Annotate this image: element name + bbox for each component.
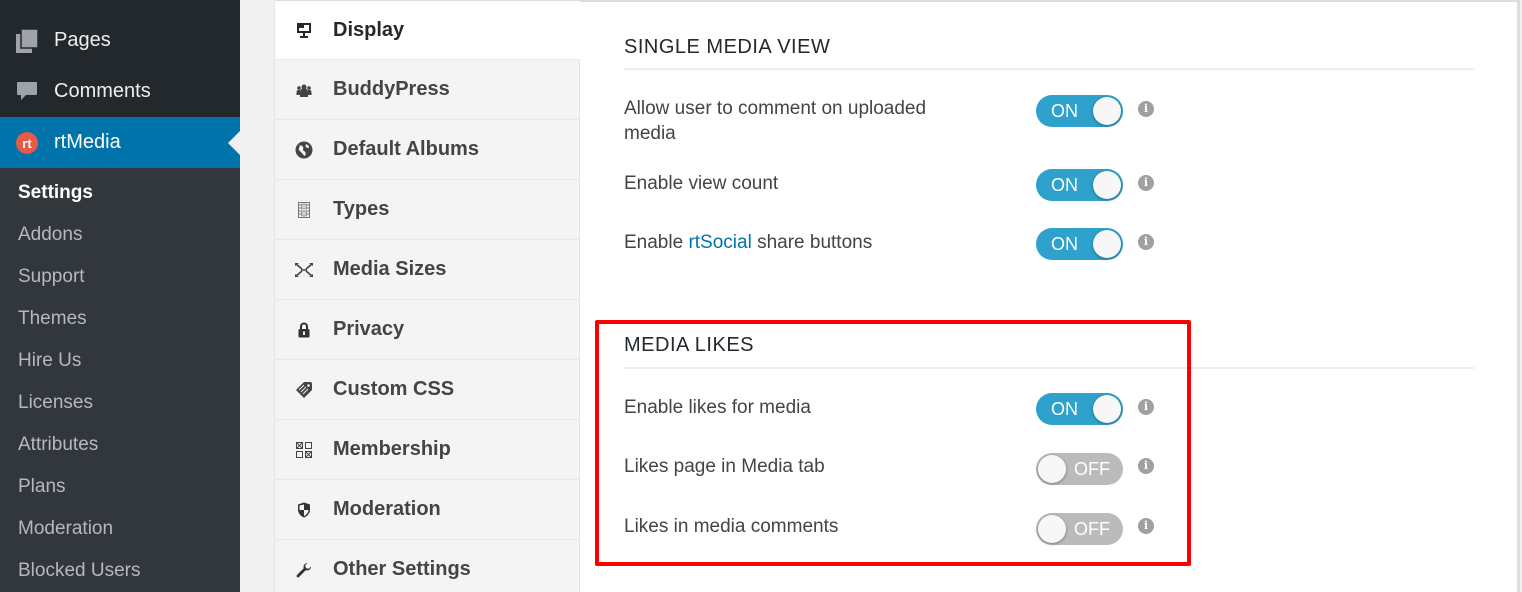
tab-media-sizes[interactable]: Media Sizes xyxy=(275,240,580,300)
toggle-state: ON xyxy=(1051,175,1078,195)
tab-other-settings[interactable]: Other Settings xyxy=(275,540,580,592)
tab-label: Membership xyxy=(333,438,451,460)
info-icon[interactable]: i xyxy=(1138,399,1154,415)
toggle-state: OFF xyxy=(1074,459,1110,479)
tab-moderation[interactable]: Moderation xyxy=(275,480,580,540)
toggle-state: OFF xyxy=(1074,519,1110,539)
admin-menu-label: rtMedia xyxy=(54,131,121,153)
tab-label: Types xyxy=(333,198,390,220)
submenu-addons[interactable]: Addons xyxy=(0,214,240,256)
group-icon xyxy=(275,82,333,98)
tab-label: Privacy xyxy=(333,318,405,340)
tab-label: Custom CSS xyxy=(333,378,455,400)
partial-menu-icon xyxy=(18,0,38,4)
toggle-knob xyxy=(1093,171,1121,199)
tab-label: Moderation xyxy=(333,498,441,520)
globe-icon xyxy=(275,141,333,159)
rtsocial-link[interactable]: rtSocial xyxy=(688,232,751,253)
settings-panel: SINGLE MEDIA VIEW Allow user to comment … xyxy=(580,0,1520,592)
setting-label: Enable likes for media xyxy=(624,397,811,418)
wrench-icon xyxy=(275,562,333,578)
setting-label: Likes page in Media tab xyxy=(624,456,825,477)
info-icon[interactable]: i xyxy=(1138,175,1154,191)
tab-label: Default Albums xyxy=(333,138,479,160)
rtmedia-logo-icon: rt xyxy=(0,131,54,155)
tab-privacy[interactable]: Privacy xyxy=(275,300,580,360)
section-title-media-likes: MEDIA LIKES xyxy=(624,334,754,356)
admin-menu-label: Pages xyxy=(54,29,111,51)
tab-label: Other Settings xyxy=(333,558,471,580)
tab-membership[interactable]: Membership xyxy=(275,420,580,480)
toggle-knob xyxy=(1093,97,1121,125)
submenu-settings[interactable]: Settings xyxy=(0,172,240,214)
setting-label: Enable rtSocial share buttons xyxy=(624,230,964,255)
tab-default-albums[interactable]: Default Albums xyxy=(275,120,580,180)
submenu-plans[interactable]: Plans xyxy=(0,466,240,508)
admin-menu-comments[interactable]: Comments xyxy=(0,66,240,117)
submenu-licenses[interactable]: Licenses xyxy=(0,382,240,424)
tab-label: Display xyxy=(333,18,405,41)
setting-label: Likes in media comments xyxy=(624,516,839,537)
tab-buddypress[interactable]: BuddyPress xyxy=(275,60,580,120)
resize-icon xyxy=(275,262,333,277)
settings-tabs: Display BuddyPress Default Albums Types … xyxy=(274,0,580,592)
toggle-state: ON xyxy=(1051,399,1078,419)
submenu-attributes[interactable]: Attributes xyxy=(0,424,240,466)
submenu-moderation[interactable]: Moderation xyxy=(0,508,240,550)
admin-menu-label: Comments xyxy=(54,80,151,102)
setting-label: Enable view count xyxy=(624,173,779,194)
toggle-allow-comments[interactable]: ON xyxy=(1036,95,1123,127)
info-icon[interactable]: i xyxy=(1138,458,1154,474)
submenu-blocked-users[interactable]: Blocked Users xyxy=(0,550,240,592)
lock-icon xyxy=(275,322,333,338)
toggle-likes-comments[interactable]: OFF xyxy=(1036,513,1123,545)
comments-icon xyxy=(0,80,54,104)
toggle-knob xyxy=(1093,230,1121,258)
tab-types[interactable]: Types xyxy=(275,180,580,240)
toggle-view-count[interactable]: ON xyxy=(1036,169,1123,201)
tag-icon xyxy=(275,381,333,399)
admin-sidebar: Pages Comments rt rtMedia Settings Addon… xyxy=(0,0,240,592)
film-icon xyxy=(275,201,333,218)
toggle-state: ON xyxy=(1051,101,1078,121)
info-icon[interactable]: i xyxy=(1138,518,1154,534)
toggle-rtsocial[interactable]: ON xyxy=(1036,228,1123,260)
submenu-themes[interactable]: Themes xyxy=(0,298,240,340)
shield-icon xyxy=(275,502,333,518)
info-icon[interactable]: i xyxy=(1138,101,1154,117)
admin-menu-pages[interactable]: Pages xyxy=(0,15,240,66)
submenu-support[interactable]: Support xyxy=(0,256,240,298)
tab-display[interactable]: Display xyxy=(275,0,580,60)
toggle-state: ON xyxy=(1051,234,1078,254)
pages-icon xyxy=(0,28,54,53)
tab-custom-css[interactable]: Custom CSS xyxy=(275,360,580,420)
section-divider xyxy=(624,68,1474,70)
label-suffix: share buttons xyxy=(751,232,873,253)
grid-icon xyxy=(275,441,333,458)
toggle-knob xyxy=(1038,455,1066,483)
toggle-knob xyxy=(1038,515,1066,543)
toggle-enable-likes[interactable]: ON xyxy=(1036,393,1123,425)
toggle-likes-page[interactable]: OFF xyxy=(1036,453,1123,485)
label-prefix: Enable xyxy=(624,232,689,253)
section-title-single-media-view: SINGLE MEDIA VIEW xyxy=(624,36,831,58)
admin-menu-rtmedia[interactable]: rt rtMedia xyxy=(0,117,240,168)
tab-label: BuddyPress xyxy=(333,78,450,100)
svg-text:rt: rt xyxy=(22,136,32,151)
tab-label: Media Sizes xyxy=(333,258,447,280)
setting-label: Allow user to comment on uploaded media xyxy=(624,98,927,144)
section-divider xyxy=(624,367,1474,369)
submenu-hire-us[interactable]: Hire Us xyxy=(0,340,240,382)
monitor-icon xyxy=(275,22,333,38)
toggle-knob xyxy=(1093,395,1121,423)
rtmedia-submenu: Settings Addons Support Themes Hire Us L… xyxy=(0,168,240,592)
info-icon[interactable]: i xyxy=(1138,234,1154,250)
